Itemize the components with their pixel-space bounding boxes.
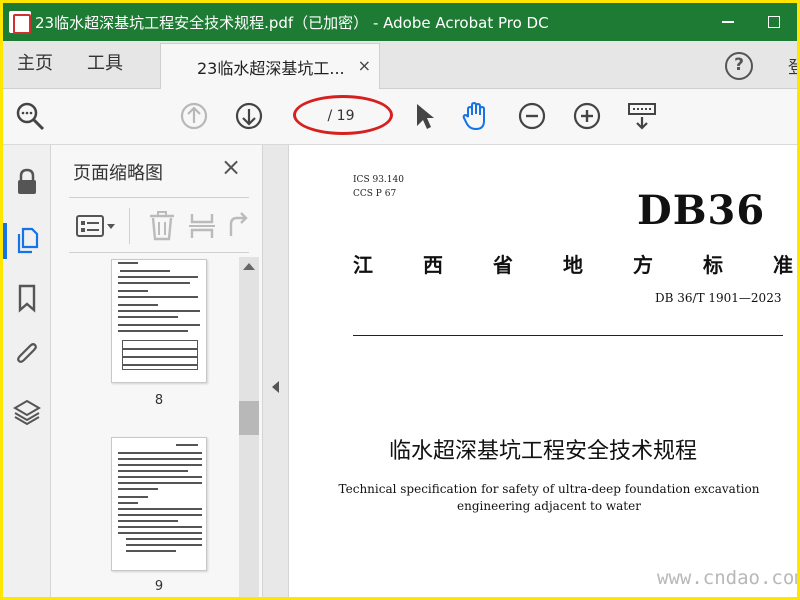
thumbnail-page-number: 8: [154, 393, 164, 408]
page-down-icon[interactable]: [232, 99, 266, 133]
standard-code: DB 36/T 1901—2023: [655, 291, 782, 305]
tools-divider: [129, 208, 130, 244]
close-panel-button[interactable]: ×: [221, 153, 241, 181]
collapse-arrow-icon[interactable]: [272, 381, 279, 393]
extract-pages-icon[interactable]: [187, 210, 217, 242]
title-bar: 23临水超深基坑工程安全技术规程.pdf（已加密） - Adobe Acroba…: [3, 3, 797, 41]
maximize-icon: [768, 16, 780, 28]
page-thumbnail[interactable]: [111, 437, 207, 571]
heading-char: 江: [353, 253, 373, 277]
minimize-button[interactable]: [705, 3, 751, 41]
heading-char: 地: [563, 253, 583, 277]
tab-tools[interactable]: 工具: [87, 41, 123, 89]
layers-icon[interactable]: [13, 397, 41, 427]
zoom-out-icon[interactable]: [515, 99, 549, 133]
document-title-chinese: 临水超深基坑工程安全技术规程: [388, 439, 697, 464]
heading-char: 方: [633, 253, 653, 277]
page-thumbnails-icon[interactable]: [13, 225, 41, 255]
thumbnail-table: [122, 340, 198, 370]
hand-tool-icon[interactable]: [459, 99, 493, 133]
thumbnail-page-number: 9: [154, 579, 164, 594]
page-number-field[interactable]: / 19: [298, 103, 384, 129]
heading-char: 西: [423, 253, 443, 277]
thumbnails-panel: 页面缩略图 × 8 9: [51, 145, 263, 597]
window-controls: [705, 3, 797, 41]
zoom-in-icon[interactable]: [570, 99, 604, 133]
watermark: www.cndao.com: [657, 567, 797, 589]
scrollbar-thumb[interactable]: [239, 401, 259, 435]
left-rail: [3, 145, 51, 597]
maximize-button[interactable]: [751, 3, 797, 41]
options-menu-icon[interactable]: [75, 212, 123, 240]
sign-in-link[interactable]: 登: [788, 53, 797, 78]
attachment-icon[interactable]: [13, 339, 41, 369]
minimize-icon: [722, 21, 734, 23]
select-arrow-icon[interactable]: [407, 99, 441, 133]
heading-char: 省: [493, 253, 513, 277]
page-thumbnail[interactable]: [111, 259, 207, 383]
thumbnails-scrollbar[interactable]: [239, 257, 259, 597]
close-tab-button[interactable]: ×: [358, 56, 371, 75]
thumbnails-panel-title: 页面缩略图: [73, 163, 163, 184]
thumbnail-tools: [69, 197, 249, 253]
toolbar: / 19: [3, 89, 797, 145]
standard-mark: DB36: [637, 187, 766, 234]
acrobat-app-icon: [9, 11, 31, 34]
heading-char: 标: [703, 253, 723, 277]
document-title-english: Technical specification for safety of ul…: [338, 482, 760, 513]
horizontal-rule: [353, 335, 783, 336]
ics-ccs-codes: ICS 93.140 CCS P 67: [353, 173, 404, 201]
heading-char: 准: [773, 253, 793, 277]
bookmark-icon[interactable]: [13, 283, 41, 313]
rotate-icon[interactable]: [223, 210, 249, 242]
page-up-icon[interactable]: [177, 99, 211, 133]
acrobat-window: 23临水超深基坑工程安全技术规程.pdf（已加密） - Adobe Acroba…: [3, 3, 797, 597]
document-tab-title: 23临水超深基坑工...: [197, 58, 345, 78]
scroll-up-icon[interactable]: [243, 263, 255, 270]
lock-icon[interactable]: [13, 167, 41, 197]
tab-home[interactable]: 主页: [17, 41, 53, 89]
document-view[interactable]: ICS 93.140 CCS P 67 DB36 江 西 省 地 方 标 准 D…: [289, 145, 797, 597]
ccs-code: CCS P 67: [353, 189, 397, 199]
province-standard-heading: 江 西 省 地 方 标 准: [353, 249, 793, 278]
keyboard-icon[interactable]: [625, 99, 659, 133]
ics-code: ICS 93.140: [353, 175, 404, 185]
active-indicator: [3, 223, 7, 259]
help-icon[interactable]: ?: [725, 52, 753, 80]
search-zoom-icon[interactable]: [13, 99, 47, 133]
delete-icon[interactable]: [147, 210, 177, 242]
collapse-panel-strip[interactable]: [263, 145, 289, 597]
tab-document[interactable]: 23临水超深基坑工... ×: [160, 43, 380, 89]
window-title: 23临水超深基坑工程安全技术规程.pdf（已加密） - Adobe Acroba…: [35, 13, 549, 32]
tab-bar: 主页 工具 23临水超深基坑工... × ? 登: [3, 41, 797, 89]
